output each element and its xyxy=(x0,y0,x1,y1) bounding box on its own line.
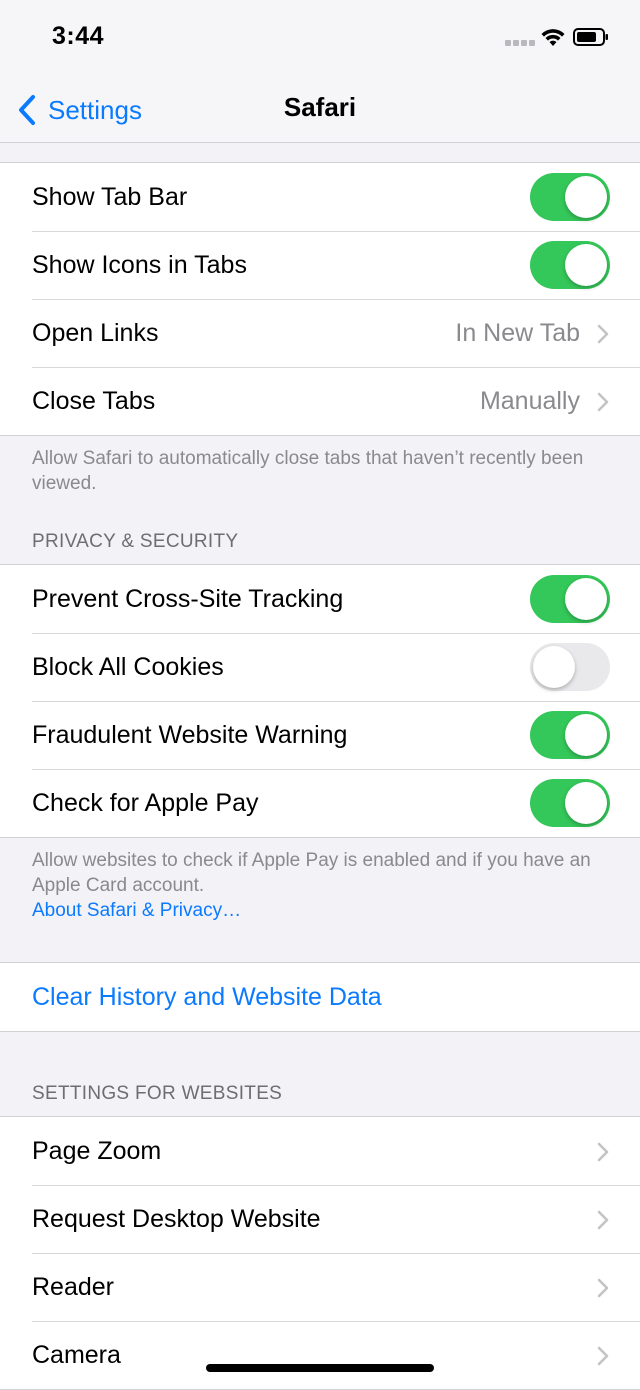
about-safari-privacy-link[interactable]: About Safari & Privacy… xyxy=(32,898,612,923)
open-links-row[interactable]: Open Links In New Tab xyxy=(0,299,640,367)
clear-history-button[interactable]: Clear History and Website Data xyxy=(0,963,640,1031)
privacy-footer: Allow websites to check if Apple Pay is … xyxy=(32,848,612,923)
prevent-cross-site-tracking-toggle[interactable] xyxy=(530,575,610,623)
check-for-apple-pay-toggle[interactable] xyxy=(530,779,610,827)
show-icons-in-tabs-row: Show Icons in Tabs xyxy=(0,231,640,299)
chevron-right-icon xyxy=(597,1278,609,1298)
row-label: Show Icons in Tabs xyxy=(32,250,247,279)
request-desktop-website-row[interactable]: Request Desktop Website xyxy=(0,1185,640,1253)
block-all-cookies-toggle[interactable] xyxy=(530,643,610,691)
row-label: Block All Cookies xyxy=(32,652,224,681)
tabs-group: Show Tab Bar Show Icons in Tabs Open Lin… xyxy=(0,162,640,436)
show-tab-bar-row: Show Tab Bar xyxy=(0,163,640,231)
row-label: Close Tabs xyxy=(32,386,156,415)
row-label: Open Links xyxy=(32,318,159,347)
privacy-footer-text: Allow websites to check if Apple Pay is … xyxy=(32,850,591,896)
status-bar: 3:44 xyxy=(0,0,640,76)
prevent-cross-site-tracking-row: Prevent Cross-Site Tracking xyxy=(0,565,640,633)
tabs-footer: Allow Safari to automatically close tabs… xyxy=(32,448,584,494)
row-label: Camera xyxy=(32,1340,121,1369)
fraudulent-website-warning-toggle[interactable] xyxy=(530,711,610,759)
chevron-right-icon xyxy=(597,1346,609,1366)
clear-history-label: Clear History and Website Data xyxy=(32,982,382,1011)
clear-history-group: Clear History and Website Data xyxy=(0,962,640,1032)
row-label: Prevent Cross-Site Tracking xyxy=(32,584,344,613)
row-label: Fraudulent Website Warning xyxy=(32,720,348,749)
reader-row[interactable]: Reader xyxy=(0,1253,640,1321)
wifi-icon xyxy=(541,29,565,46)
row-label: Show Tab Bar xyxy=(32,182,188,211)
row-label: Check for Apple Pay xyxy=(32,788,259,817)
check-for-apple-pay-row: Check for Apple Pay xyxy=(0,769,640,837)
battery-icon xyxy=(573,28,608,46)
row-label: Request Desktop Website xyxy=(32,1204,321,1233)
camera-row[interactable]: Camera xyxy=(0,1321,640,1389)
close-tabs-row[interactable]: Close Tabs Manually xyxy=(0,367,640,435)
chevron-right-icon xyxy=(597,1142,609,1162)
chevron-right-icon xyxy=(597,1210,609,1230)
navigation-bar: Settings Safari xyxy=(0,76,640,143)
chevron-right-icon xyxy=(597,324,609,344)
row-value: Manually xyxy=(479,386,580,415)
privacy-section-header: PRIVACY & SECURITY xyxy=(32,531,239,552)
cellular-signal-icon xyxy=(505,40,535,46)
show-icons-in-tabs-toggle[interactable] xyxy=(530,241,610,289)
show-tab-bar-toggle[interactable] xyxy=(530,173,610,221)
block-all-cookies-row: Block All Cookies xyxy=(0,633,640,701)
fraudulent-website-warning-row: Fraudulent Website Warning xyxy=(0,701,640,769)
row-label: Page Zoom xyxy=(32,1136,162,1165)
home-indicator[interactable] xyxy=(206,1364,434,1372)
websites-section-header: SETTINGS FOR WEBSITES xyxy=(32,1083,283,1104)
websites-group: Page Zoom Request Desktop Website Reader… xyxy=(0,1116,640,1390)
privacy-group: Prevent Cross-Site Tracking Block All Co… xyxy=(0,564,640,838)
row-value: In New Tab xyxy=(455,318,580,347)
row-label: Reader xyxy=(32,1272,114,1301)
status-time: 3:44 xyxy=(52,22,105,50)
chevron-right-icon xyxy=(597,392,609,412)
page-title: Safari xyxy=(283,92,357,122)
page-zoom-row[interactable]: Page Zoom xyxy=(0,1117,640,1185)
